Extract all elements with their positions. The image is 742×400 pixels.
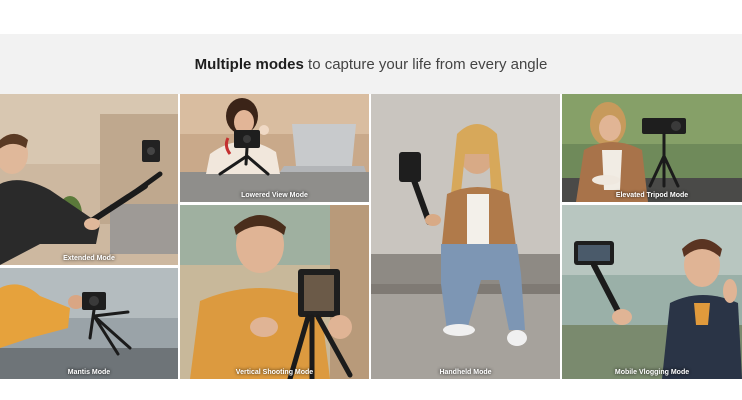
lowered-view-mode-photo [180,94,369,202]
mantis-mode-photo [0,268,178,379]
vertical-shooting-mode-photo [180,205,369,379]
mode-caption-lowered: Lowered View Mode [241,192,308,199]
mode-tile-vertical: Vertical Shooting Mode [180,205,369,379]
mode-caption-elevated: Elevated Tripod Mode [615,192,689,199]
top-spacer [0,0,742,34]
mode-caption-vlogging: Mobile Vlogging Mode [614,369,690,376]
headline-strong: Multiple modes [194,55,304,73]
mode-caption-mantis: Mantis Mode [67,369,111,376]
mode-tile-handheld: Handheld Mode [371,94,560,379]
bottom-spacer [0,379,742,400]
handheld-mode-photo [371,94,560,379]
mobile-vlogging-mode-photo [562,205,742,379]
mode-tile-lowered: Lowered View Mode [180,94,369,202]
mode-tile-elevated: Elevated Tripod Mode [562,94,742,202]
mode-tile-mantis: Mantis Mode [0,268,178,379]
elevated-tripod-mode-photo [562,94,742,202]
mode-caption-handheld: Handheld Mode [439,369,492,376]
mode-caption-vertical: Vertical Shooting Mode [235,369,314,376]
section-header: Multiple modes to capture your life from… [0,34,742,94]
headline-rest: to capture your life from every angle [303,55,548,73]
mode-tile-extended: Extended Mode [0,94,178,265]
mode-caption-extended: Extended Mode [63,255,115,262]
extended-mode-photo [0,94,178,265]
section-headline: Multiple modes to capture your life from… [195,56,548,73]
mode-tile-vlogging: Mobile Vlogging Mode [562,205,742,379]
